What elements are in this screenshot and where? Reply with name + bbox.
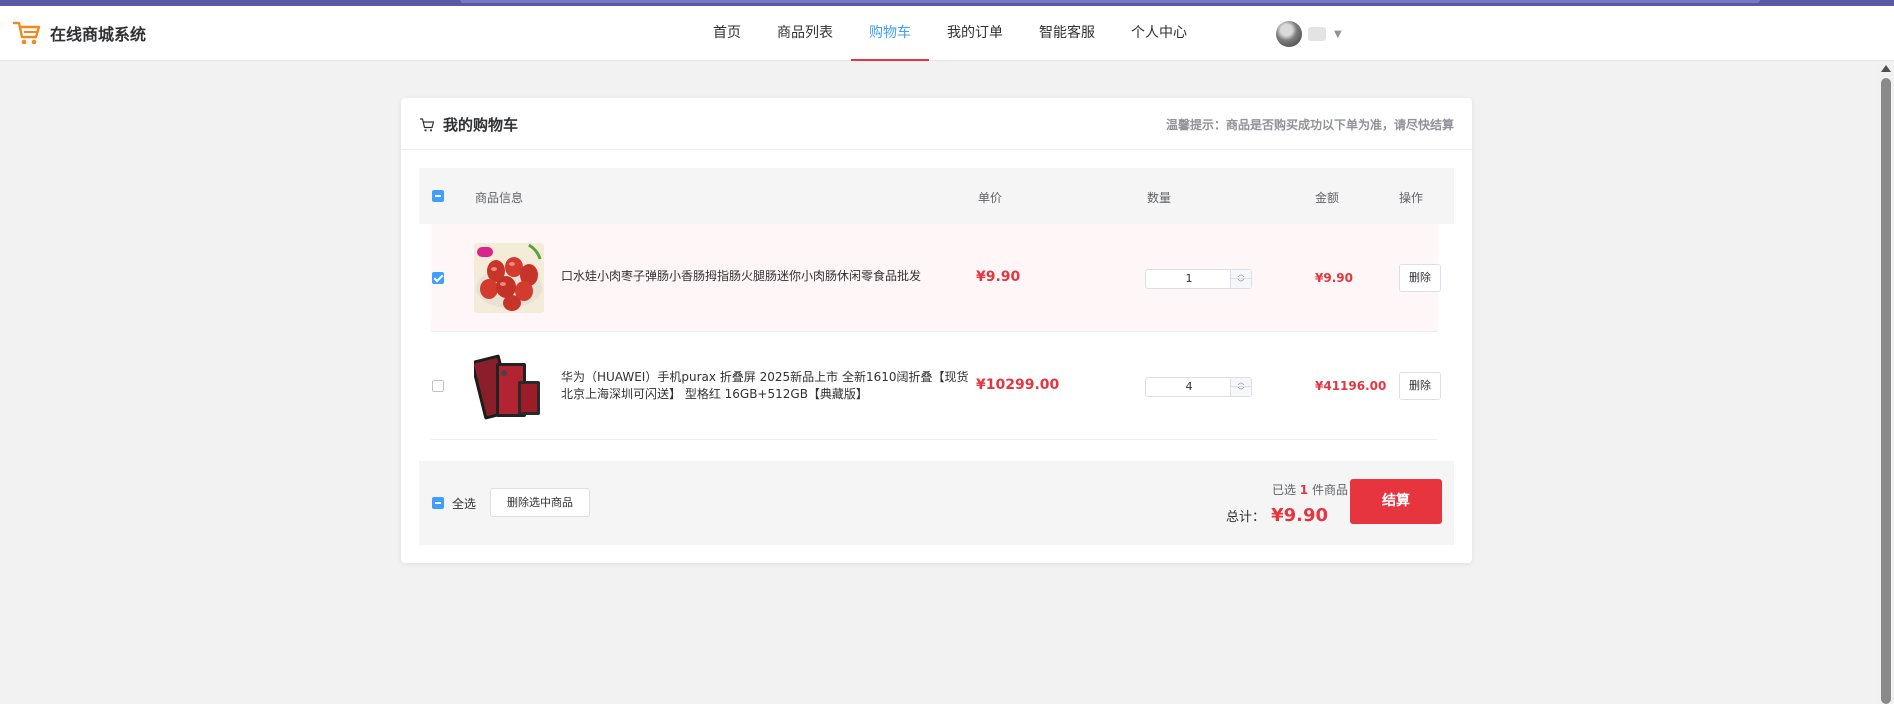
row-checkbox[interactable] (432, 380, 444, 392)
nav-my-orders[interactable]: 我的订单 (929, 6, 1021, 61)
product-name[interactable]: 华为（HUAWEI）手机purax 折叠屏 2025新品上市 全新1610阔折叠… (561, 369, 976, 403)
selected-prefix: 已选 (1271, 483, 1296, 497)
username[interactable] (1308, 27, 1326, 41)
header-select-all-checkbox[interactable] (432, 190, 444, 202)
column-price: 单价 (978, 191, 1003, 205)
delete-selected-button[interactable]: 删除选中商品 (490, 488, 590, 517)
product-name[interactable]: 口水娃小肉枣子弹肠小香肠拇指肠火腿肠迷你小肉肠休闲零食品批发 (561, 268, 976, 285)
top-header: 在线商城系统 首页 商品列表 购物车 我的订单 智能客服 个人中心 ▼ (0, 6, 1894, 61)
selected-count-number: 1 (1299, 483, 1309, 497)
row-checkbox[interactable] (432, 272, 444, 284)
nav-smart-service[interactable]: 智能客服 (1021, 6, 1113, 61)
nav-cart[interactable]: 购物车 (851, 6, 929, 61)
quantity-stepper[interactable]: 1 ︿ ﹀ (1145, 269, 1252, 289)
logo[interactable]: 在线商城系统 (12, 18, 146, 48)
cart-card: 我的购物车 温馨提示：商品是否购买成功以下单为准，请尽快结算 商品信息 单价 数… (401, 98, 1472, 563)
delete-button[interactable]: 删除 (1399, 264, 1441, 292)
unit-price: ¥10299.00 (976, 377, 1060, 393)
stepper-buttons: ︿ ﹀ (1230, 270, 1251, 288)
row-amount: ¥9.90 (1315, 271, 1353, 285)
cart-title: 我的购物车 (419, 114, 518, 135)
select-all-label[interactable]: 全选 (452, 495, 476, 512)
nav-product-list[interactable]: 商品列表 (759, 6, 851, 61)
total-label: 总计： (1226, 510, 1266, 525)
chevron-down-icon[interactable]: ﹀ (1231, 279, 1251, 288)
main-nav: 首页 商品列表 购物车 我的订单 智能客服 个人中心 (695, 6, 1205, 61)
column-info: 商品信息 (475, 191, 524, 205)
column-amount: 金额 (1315, 191, 1340, 205)
column-action: 操作 (1399, 191, 1424, 205)
chevron-up-icon[interactable]: ︿ (1231, 378, 1251, 387)
cart-title-text: 我的购物车 (443, 116, 519, 134)
total-value: ¥9.90 (1271, 505, 1328, 526)
app-title: 在线商城系统 (50, 25, 147, 44)
selected-count: 已选 1 件商品 (1272, 481, 1348, 498)
scrollbar-thumb[interactable] (1881, 78, 1891, 704)
cart-table-header: 商品信息 单价 数量 金额 操作 (419, 168, 1454, 224)
cart-header: 我的购物车 温馨提示：商品是否购买成功以下单为准，请尽快结算 (401, 98, 1472, 150)
column-qty: 数量 (1147, 191, 1172, 205)
scroll-up-arrow-icon[interactable] (1881, 65, 1891, 72)
cart-row: 华为（HUAWEI）手机purax 折叠屏 2025新品上市 全新1610阔折叠… (431, 332, 1441, 440)
cart-tip: 温馨提示：商品是否购买成功以下单为准，请尽快结算 (1165, 118, 1454, 132)
cart-footer: 全选 删除选中商品 已选 1 件商品 总计： ¥9.90 结算 (419, 461, 1454, 545)
cart-row: 口水娃小肉枣子弹肠小香肠拇指肠火腿肠迷你小肉肠休闲零食品批发 ¥9.90 1 ︿… (431, 224, 1441, 332)
quantity-stepper[interactable]: 4 ︿ ﹀ (1145, 377, 1252, 397)
user-menu[interactable]: ▼ (1276, 21, 1342, 47)
quantity-input[interactable]: 4 (1146, 378, 1232, 396)
checkout-button[interactable]: 结算 (1350, 479, 1442, 524)
nav-personal-center[interactable]: 个人中心 (1113, 6, 1205, 61)
select-all-checkbox[interactable] (432, 497, 444, 509)
nav-home[interactable]: 首页 (695, 6, 759, 61)
caret-down-icon[interactable]: ▼ (1334, 29, 1342, 40)
quantity-input[interactable]: 1 (1146, 270, 1232, 288)
total: 总计： ¥9.90 (1226, 505, 1328, 526)
selected-suffix: 件商品 (1311, 483, 1348, 497)
chevron-up-icon[interactable]: ︿ (1231, 270, 1251, 279)
product-image[interactable] (474, 351, 544, 421)
delete-button[interactable]: 删除 (1399, 372, 1441, 400)
stepper-buttons: ︿ ﹀ (1230, 378, 1251, 396)
avatar[interactable] (1276, 21, 1302, 47)
product-image[interactable] (474, 243, 544, 313)
cart-icon (420, 117, 435, 131)
row-amount: ¥41196.00 (1315, 379, 1387, 393)
shopping-cart-icon (12, 21, 41, 45)
chevron-down-icon[interactable]: ﹀ (1231, 387, 1251, 396)
unit-price: ¥9.90 (976, 269, 1021, 285)
